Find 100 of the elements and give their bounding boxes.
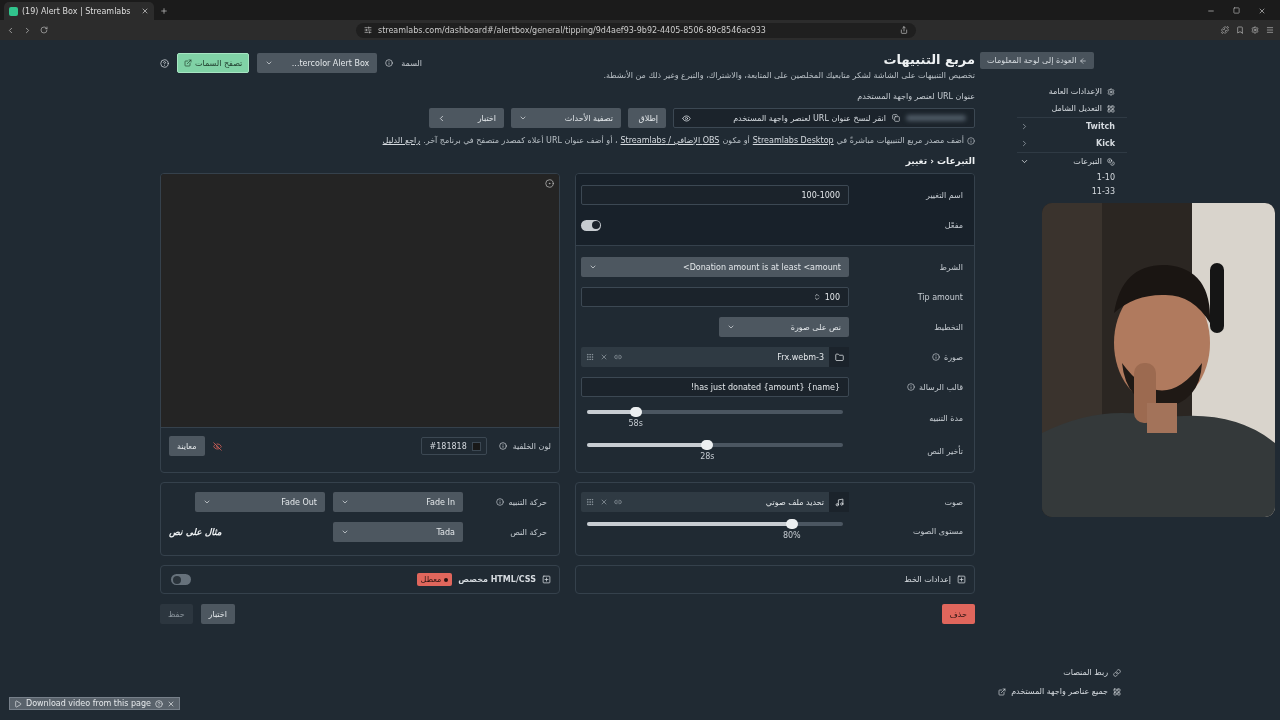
field-label: صوت [944, 497, 963, 507]
text-field[interactable]: !has just donated {amount} {name} [581, 377, 849, 397]
guide-link[interactable]: راجع الدليل [382, 136, 421, 145]
stepper-icon [812, 293, 821, 301]
back-icon [6, 25, 15, 35]
test-button[interactable]: اختبار [429, 108, 504, 128]
help-icon [160, 58, 169, 68]
sidebar-item[interactable]: التعديل الشامل [1020, 100, 1115, 117]
file-field[interactable]: Frx.webm-3 [581, 347, 849, 367]
select-field[interactable]: <Donation amount is at least <amount [581, 257, 849, 277]
select-field[interactable]: Fade In [333, 492, 463, 512]
field-label: التخطيط [934, 322, 963, 332]
slider-thumb[interactable] [785, 519, 798, 529]
caret-icon [519, 114, 527, 122]
sidebar-subitem[interactable]: 11-33 [1020, 184, 1115, 198]
page-title: مربع التنبيهات [882, 52, 975, 67]
status-badge: معطل [416, 573, 453, 586]
slider-thumb[interactable] [701, 439, 714, 450]
field-label: صورة [944, 352, 963, 362]
bookmark-icon [1236, 26, 1244, 34]
url-label: عنوان URL لعنصر واجهة المستخدم [856, 92, 975, 101]
custom-code-panel[interactable]: HTML/CSS مخصص معطل [160, 565, 560, 594]
field-label: حركة النص [510, 527, 547, 537]
arrow-icon [1079, 56, 1088, 65]
toggle-switch[interactable] [581, 219, 601, 231]
download-video-bar[interactable]: Download video from this page [9, 697, 180, 710]
field-label: حركة التنبيه [508, 497, 547, 507]
preview-button[interactable]: معاينة [169, 436, 205, 456]
number-field[interactable]: 100 [581, 287, 849, 307]
close-icon [167, 699, 175, 708]
font-settings-panel[interactable]: إعدادات الخط [575, 565, 975, 594]
extensions-icon [1221, 26, 1229, 34]
guide-link[interactable]: OBS الإضافي / Streamlabs [620, 136, 720, 145]
slider-reading: 58s [628, 418, 643, 428]
sidebar-link[interactable]: ربط المنصات [970, 664, 1121, 681]
copy-icon [892, 114, 900, 122]
close-icon [600, 353, 608, 361]
sidebar-item[interactable]: التبرعات [1020, 153, 1115, 170]
address-bar[interactable]: streamlabs.com/dashboard#/alertbox/general/tipping/9d4aef93-9b92-4405-8506-89c8546ac933 [356, 22, 916, 38]
maximize-icon [1233, 7, 1240, 14]
filter-select[interactable]: تصفية الأحداث [511, 108, 621, 128]
theme-label: السمة [401, 58, 423, 68]
field-label: مفعّل [944, 220, 963, 230]
grid-icon [1107, 104, 1115, 113]
section-label: إعدادات الخط [904, 575, 951, 584]
close-icon [141, 7, 149, 15]
sidebar-item[interactable]: Twitch [1020, 118, 1115, 135]
chevron-icon [437, 113, 446, 123]
caret-icon [727, 323, 735, 331]
music-icon [834, 497, 844, 507]
breadcrumb: التبرعات ‹ تغيير [904, 156, 975, 166]
theme-select[interactable]: ...tercolor Alert Box [257, 53, 378, 73]
caret-icon [203, 498, 211, 506]
back-to-dashboard-button[interactable]: العودة إلى لوحة المعلومات [980, 52, 1095, 69]
info-icon [496, 498, 505, 506]
text-field[interactable]: 100-1000 [581, 185, 849, 205]
delete-button[interactable]: حذف [941, 604, 975, 624]
gear-icon [1107, 87, 1115, 96]
widget-url-field[interactable]: انقر لنسخ عنوان URL لعنصر واجهة المستخدم [673, 108, 975, 128]
launch-button[interactable]: إطلاق [628, 108, 666, 128]
guide-link[interactable]: Streamlabs Desktop [752, 136, 834, 145]
reload-icon [40, 26, 48, 34]
test-button[interactable]: اختبار [200, 604, 235, 624]
select-field[interactable]: Fade Out [195, 492, 325, 512]
caret-icon [341, 498, 349, 506]
browse-themes-button[interactable]: تصفح السمات [177, 53, 250, 73]
close-icon [600, 498, 608, 506]
favicon-icon [9, 6, 18, 16]
field-label: تأخير النص [927, 447, 963, 456]
caret-icon [265, 59, 274, 67]
field-label: مدة التنبيه [929, 414, 963, 423]
record-icon [545, 179, 554, 188]
select-field[interactable]: Tada [333, 522, 463, 542]
color-field[interactable]: #181818 [420, 437, 487, 455]
sidebar-subitem[interactable]: 1-10 [1020, 170, 1115, 184]
toggle-switch[interactable] [171, 574, 191, 585]
folder-icon [834, 352, 844, 362]
grip-icon [586, 353, 594, 361]
sound-file-field[interactable]: تحديد ملف صوتي [581, 492, 849, 512]
link-icon [1113, 668, 1121, 677]
link-icon [614, 353, 622, 361]
field-label: الشرط [939, 262, 963, 272]
select-field[interactable]: نص على صورة [719, 317, 849, 337]
sidebar-item[interactable]: Kick [1020, 135, 1115, 152]
browser-tab[interactable]: (19) Alert Box | Streamlabs [4, 2, 154, 20]
sidebar-link[interactable]: جميع عناصر واجهة المستخدم [970, 683, 1121, 700]
sidebar-item[interactable]: الإعدادات العامة [1020, 83, 1115, 100]
field-label: مستوى الصوت [912, 526, 963, 536]
close-icon [1258, 7, 1266, 15]
external-link-icon [184, 59, 192, 67]
caret-icon [341, 528, 349, 536]
slider-thumb[interactable] [629, 406, 642, 417]
section-label: HTML/CSS مخصص [458, 575, 536, 584]
forward-icon [23, 25, 32, 35]
site-settings-icon [364, 26, 372, 34]
info-icon [385, 59, 394, 67]
grip-icon [586, 498, 594, 506]
slider-reading: 28s [700, 451, 715, 461]
settings-icon [1251, 26, 1259, 34]
page-description: تخصيص التنبيهات على الشاشة لشكر متابعيك المخلصين على المتابعة، والاشتراك، والتبرع وغير ذلك من الأنشطة. [603, 71, 975, 80]
